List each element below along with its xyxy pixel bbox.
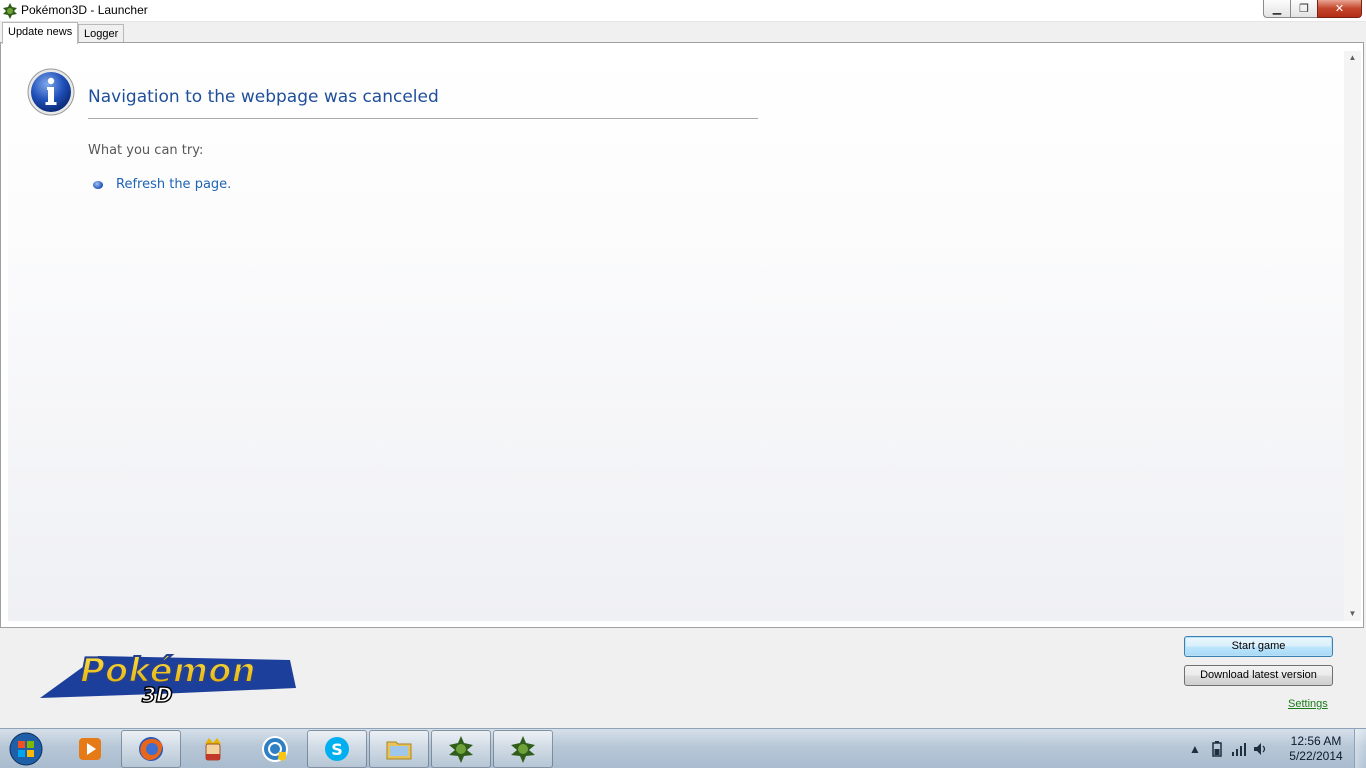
try-label: What you can try:	[88, 143, 204, 158]
scroll-up-icon[interactable]: ▲	[1344, 51, 1361, 65]
tab-logger[interactable]: Logger	[78, 24, 125, 44]
try-item-refresh: Refresh the page.	[93, 177, 231, 192]
taskbar-media-player[interactable]	[60, 730, 120, 768]
settings-link[interactable]: Settings	[1288, 698, 1328, 710]
taskbar-game-king[interactable]	[183, 730, 243, 768]
title-bar: Pokémon3D - Launcher ▁ ❐ ✕	[0, 0, 1366, 22]
minimize-button[interactable]: ▁	[1263, 0, 1290, 18]
taskbar-pokemon3d-game[interactable]	[493, 730, 553, 768]
error-heading: Navigation to the webpage was canceled	[88, 87, 439, 107]
svg-text:S: S	[331, 740, 343, 759]
tab-content-panel: Navigation to the webpage was canceled W…	[0, 42, 1364, 628]
taskbar-network-shield[interactable]	[245, 730, 305, 768]
pokemon3d-icon	[511, 736, 535, 763]
network-signal-icon[interactable]	[1228, 739, 1250, 759]
heading-divider	[88, 118, 758, 119]
vertical-scrollbar[interactable]: ▲ ▼	[1344, 51, 1361, 621]
firefox-icon	[139, 737, 163, 761]
window-title: Pokémon3D - Launcher	[21, 3, 148, 17]
clock-time: 12:56 AM	[1290, 734, 1342, 748]
start-game-button[interactable]: Start game	[1184, 636, 1333, 657]
start-button-icon[interactable]	[4, 731, 48, 767]
network-shield-icon	[262, 736, 288, 762]
taskbar: S ▲ 12:56 AM 5/22/2014	[0, 728, 1366, 768]
close-button[interactable]: ✕	[1317, 0, 1362, 18]
file-explorer-icon	[386, 741, 412, 760]
pokemon3d-app-icon	[3, 3, 17, 19]
taskbar-firefox[interactable]	[121, 730, 181, 768]
info-icon	[27, 68, 75, 116]
taskbar-pokemon3d-launcher[interactable]	[431, 730, 491, 768]
clock[interactable]: 12:56 AM 5/22/2014	[1283, 734, 1349, 764]
volume-icon[interactable]	[1250, 739, 1272, 759]
tab-update-news[interactable]: Update news	[2, 22, 79, 44]
game-king-icon	[205, 738, 221, 761]
clock-date: 5/22/2014	[1289, 749, 1343, 763]
bullet-icon	[93, 180, 103, 189]
taskbar-file-explorer[interactable]	[369, 730, 429, 768]
maximize-button[interactable]: ❐	[1290, 0, 1317, 18]
window-controls: ▁ ❐ ✕	[1263, 0, 1362, 18]
news-webview: Navigation to the webpage was canceled W…	[8, 51, 1344, 621]
tab-bar: Update news Logger	[0, 22, 1366, 44]
show-desktop-button[interactable]	[1354, 729, 1366, 768]
taskbar-skype[interactable]: S	[307, 730, 367, 768]
refresh-link[interactable]: Refresh the page.	[116, 177, 231, 192]
system-tray: ▲	[1184, 729, 1272, 768]
skype-icon: S	[325, 737, 349, 761]
download-latest-version-button[interactable]: Download latest version	[1184, 665, 1333, 686]
pokemon3d-icon	[449, 736, 473, 763]
tray-overflow-icon[interactable]: ▲	[1184, 739, 1206, 759]
windows-media-player-icon	[79, 738, 101, 760]
pokemon3d-logo: Pokémon 3D	[40, 650, 296, 704]
scroll-down-icon[interactable]: ▼	[1344, 607, 1361, 621]
power-icon[interactable]	[1206, 739, 1228, 759]
logo-3d-text: 3D	[142, 683, 173, 704]
